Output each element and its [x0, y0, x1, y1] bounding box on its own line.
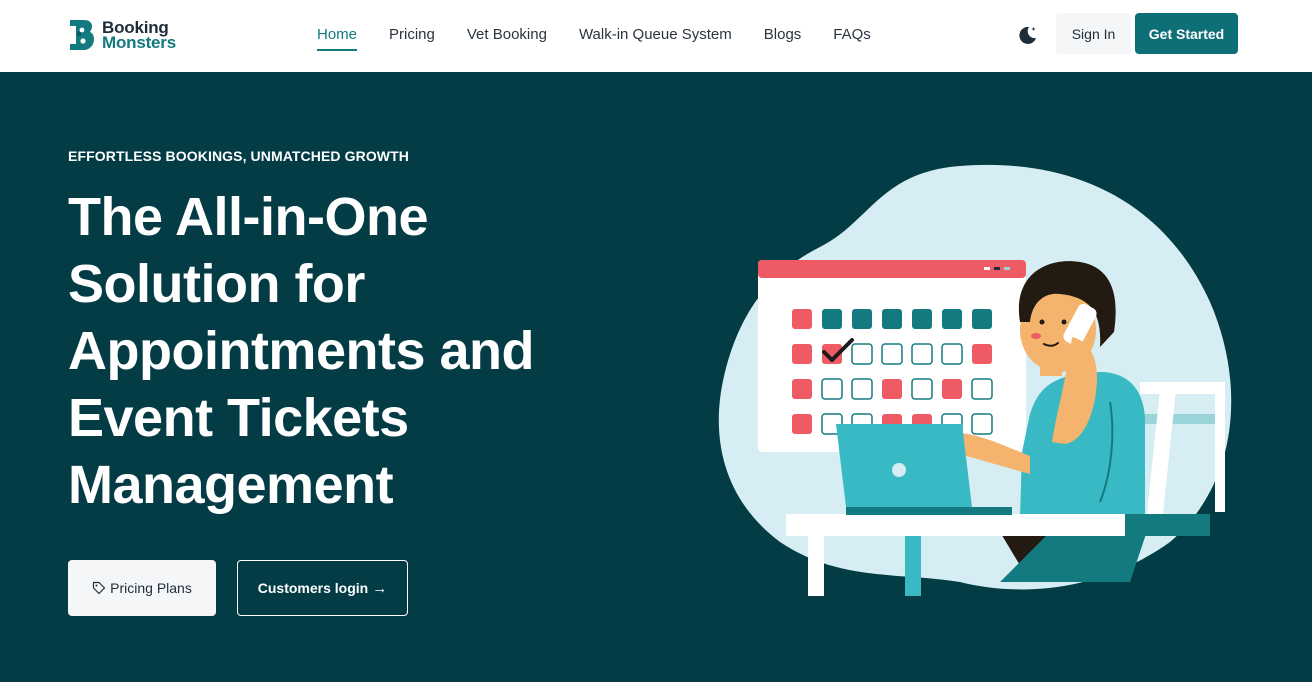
- site-header: Booking Monsters Home Pricing Vet Bookin…: [0, 0, 1312, 72]
- customers-login-label: Customers login: [257, 580, 369, 596]
- brand-name-line2: Monsters: [102, 33, 176, 52]
- arrow-right-icon: →: [372, 579, 388, 597]
- nav-item-home[interactable]: Home: [317, 26, 358, 51]
- customers-login-button[interactable]: Customers login →: [237, 560, 408, 616]
- nav-item-blogs[interactable]: Blogs: [764, 26, 802, 51]
- pricing-plans-button[interactable]: Pricing Plans: [68, 560, 216, 616]
- nav-item-pricing[interactable]: Pricing: [389, 26, 435, 51]
- headline-line-4: Event Tickets: [68, 388, 409, 448]
- pricing-plans-label: Pricing Plans: [110, 580, 192, 596]
- hero-section: EFFORTLESS BOOKINGS, UNMATCHED GROWTH Th…: [0, 72, 1312, 682]
- booking-illustration: [718, 164, 1232, 596]
- nav-item-faqs[interactable]: FAQs: [833, 26, 871, 51]
- brand-logo[interactable]: Booking Monsters: [68, 18, 176, 52]
- get-started-button[interactable]: Get Started: [1135, 13, 1238, 54]
- headline-line-5: Management: [68, 455, 394, 515]
- sign-in-button[interactable]: Sign In: [1056, 13, 1131, 54]
- tag-icon: [93, 581, 106, 595]
- moon-icon[interactable]: [1016, 24, 1038, 46]
- headline-line-1: The All-in-One: [68, 187, 428, 247]
- hero-headline: The All-in-One Solution for Appointments…: [68, 184, 588, 519]
- headline-line-2: Solution for: [68, 254, 365, 314]
- hero-eyebrow: EFFORTLESS BOOKINGS, UNMATCHED GROWTH: [68, 148, 409, 164]
- nav-item-walk-in-queue-system[interactable]: Walk-in Queue System: [579, 26, 732, 51]
- calendar-graphic: [758, 260, 1026, 452]
- main-nav: Home Pricing Vet Booking Walk-in Queue S…: [317, 26, 903, 51]
- headline-line-3: Appointments and: [68, 321, 534, 381]
- brand-name: Booking Monsters: [102, 19, 176, 52]
- nav-item-vet-booking[interactable]: Vet Booking: [467, 26, 547, 51]
- booking-monsters-logo-icon: [70, 20, 95, 50]
